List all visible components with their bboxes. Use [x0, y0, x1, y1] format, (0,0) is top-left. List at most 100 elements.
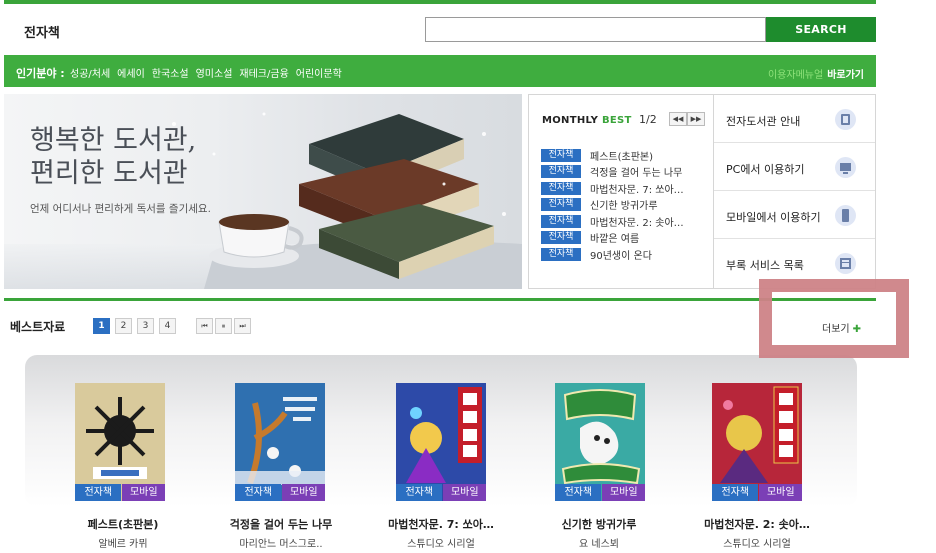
best-section-title: 베스트자료	[10, 320, 66, 334]
monthly-label: MONTHLY	[542, 115, 599, 126]
page-button-1[interactable]: 1	[93, 318, 110, 334]
banner-headline: 행복한 도서관, 편리한 도서관	[30, 124, 196, 190]
monitor-icon	[835, 157, 856, 178]
book-card[interactable]: 전자책 모바일	[75, 383, 165, 501]
list-item[interactable]: 전자책 마법천자문. 7: 쏘아…	[541, 180, 711, 197]
list-item-title: 마법천자문. 7: 쏘아…	[590, 184, 684, 196]
service-label: PC에서 이용하기	[726, 163, 805, 176]
ebook-tag: 전자책	[541, 198, 581, 212]
ebook-tag: 전자책	[555, 484, 602, 501]
book-author: 마리안느 머스그로..	[239, 539, 323, 550]
ebook-tag: 전자책	[75, 484, 122, 501]
manual-link[interactable]: 이용자메뉴얼 바로가기	[768, 66, 864, 81]
book-tags: 전자책 모바일	[712, 484, 802, 501]
page-button-2[interactable]: 2	[115, 318, 132, 334]
book-tags: 전자책 모바일	[555, 484, 645, 501]
mobile-icon	[835, 205, 856, 226]
library-guide-icon	[835, 109, 856, 130]
search-input[interactable]	[425, 17, 766, 42]
book-tags: 전자책 모바일	[396, 484, 486, 501]
list-icon	[835, 253, 856, 274]
list-item-title: 걱정을 걸어 두는 나무	[590, 168, 683, 180]
manual-label: 이용자메뉴얼	[767, 70, 824, 81]
book-author: 요 네스뵈	[579, 539, 619, 550]
ebook-tag: 전자책	[712, 484, 759, 501]
header: 전자책 SEARCH	[4, 4, 876, 52]
book-title[interactable]: 마법천자문. 2: 솟아…	[682, 516, 832, 532]
list-item[interactable]: 전자책 신기한 방귀가루	[541, 197, 711, 214]
category-link[interactable]: 한국소설	[152, 65, 189, 80]
prev-arrow-icon[interactable]: ◀◀	[669, 112, 687, 126]
list-item[interactable]: 전자책 바깥은 여름	[541, 230, 711, 247]
section-divider	[4, 298, 876, 301]
category-link[interactable]: 에세이	[117, 65, 145, 80]
ebook-tag: 전자책	[396, 484, 443, 501]
last-page-icon[interactable]: ⏭	[234, 318, 251, 334]
banner-headline-line1: 행복한 도서관,	[30, 125, 197, 156]
service-item-guide[interactable]: 전자도서관 안내	[714, 95, 875, 143]
next-arrow-icon[interactable]: ▶▶	[687, 112, 705, 126]
mobile-tag: 모바일	[282, 484, 325, 501]
book-title[interactable]: 신기한 방귀가루	[524, 516, 674, 532]
page-button-3[interactable]: 3	[137, 318, 154, 334]
book-tags: 전자책 모바일	[75, 484, 165, 501]
monthly-best-panel: MONTHLY BEST 1/2 ◀◀ ▶▶ 전자책 페스트(초판본) 전자책걱정…	[528, 94, 714, 289]
ebook-tag: 전자책	[541, 214, 581, 228]
category-label: 인기분야 :	[16, 67, 65, 80]
service-label: 모바일에서 이용하기	[726, 211, 821, 224]
service-label: 전자도서관 안내	[726, 115, 801, 128]
ebook-tag: 전자책	[541, 165, 581, 179]
category-link[interactable]: 영미소설	[196, 65, 233, 80]
page-title: 전자책	[24, 26, 60, 41]
mobile-tag: 모바일	[122, 484, 165, 501]
book-card[interactable]: 전자책 모바일	[712, 383, 802, 501]
service-item-pc[interactable]: PC에서 이용하기	[714, 143, 875, 191]
best-label: BEST	[601, 115, 632, 126]
monthly-best-page: 1/2	[639, 113, 657, 126]
category-link[interactable]: 성공/처세	[70, 65, 110, 80]
banner-subtitle: 언제 어디서나 편리하게 독서를 즐기세요.	[30, 203, 211, 215]
main-banner[interactable]: 행복한 도서관, 편리한 도서관 언제 어디서나 편리하게 독서를 즐기세요.	[4, 94, 522, 289]
ebook-tag: 전자책	[541, 247, 581, 261]
list-item-title: 90년생이 온다	[590, 250, 652, 262]
list-item[interactable]: 전자책 걱정을 걸어 두는 나무	[541, 164, 711, 181]
book-title[interactable]: 마법천자문. 7: 쏘아…	[366, 516, 516, 532]
book-card[interactable]: 전자책 모바일	[396, 383, 486, 501]
category-link[interactable]: 재테크/금융	[239, 65, 288, 80]
first-page-icon[interactable]: ⏮	[196, 318, 213, 334]
book-author: 스튜디오 시리얼	[723, 539, 791, 550]
ebook-tag: 전자책	[235, 484, 282, 501]
service-item-mobile[interactable]: 모바일에서 이용하기	[714, 191, 875, 239]
monthly-best-list: 전자책 페스트(초판본) 전자책 걱정을 걸어 두는 나무 전자책 마법천자문. 7:…	[541, 147, 711, 263]
book-tags: 전자책 모바일	[235, 484, 325, 501]
book-card[interactable]: 전자책 모바일	[555, 383, 645, 501]
mobile-tag: 모바일	[759, 484, 802, 501]
list-item-title: 신기한 방귀가루	[590, 201, 658, 213]
category-list: 성공/처세 에세이 한국소설 영미소설 재테크/금융 어린이문학	[70, 65, 342, 80]
book-title[interactable]: 걱정을 걸어 두는 나무	[206, 516, 356, 532]
ebook-tag: 전자책	[541, 148, 581, 162]
list-item[interactable]: 전자책 90년생이 온다	[541, 246, 711, 263]
ebook-tag: 전자책	[541, 231, 581, 245]
list-item[interactable]: 전자책 페스트(초판본)	[541, 147, 711, 164]
category-bar: 인기분야 : 성공/처세 에세이 한국소설 영미소설 재테크/금융 어린이문학 …	[4, 55, 876, 87]
book-author: 알베르 카뮈	[98, 539, 148, 550]
list-item-title: 마법천자문. 2: 솟아…	[590, 217, 684, 229]
list-item[interactable]: 전자책 마법천자문. 2: 솟아…	[541, 213, 711, 230]
monthly-best-heading: MONTHLY BEST	[542, 115, 632, 126]
banner-headline-line2: 편리한 도서관	[30, 158, 188, 189]
category-link[interactable]: 어린이문학	[296, 65, 342, 80]
mobile-tag: 모바일	[602, 484, 645, 501]
book-author: 스튜디오 시리얼	[407, 539, 475, 550]
service-menu: 전자도서관 안내 PC에서 이용하기 모바일에서 이용하기 부록 서비스 목록	[714, 94, 876, 289]
pause-icon[interactable]: ⏸	[215, 318, 232, 334]
ebook-tag: 전자책	[541, 181, 581, 195]
highlight-box	[759, 279, 909, 358]
page-button-4[interactable]: 4	[159, 318, 176, 334]
mobile-tag: 모바일	[443, 484, 486, 501]
search-button[interactable]: SEARCH	[766, 17, 876, 42]
book-card[interactable]: 전자책 모바일	[235, 383, 325, 501]
book-title[interactable]: 페스트(초판본)	[48, 516, 198, 532]
service-label: 부록 서비스 목록	[726, 259, 804, 272]
list-item-title: 바깥은 여름	[590, 234, 640, 246]
